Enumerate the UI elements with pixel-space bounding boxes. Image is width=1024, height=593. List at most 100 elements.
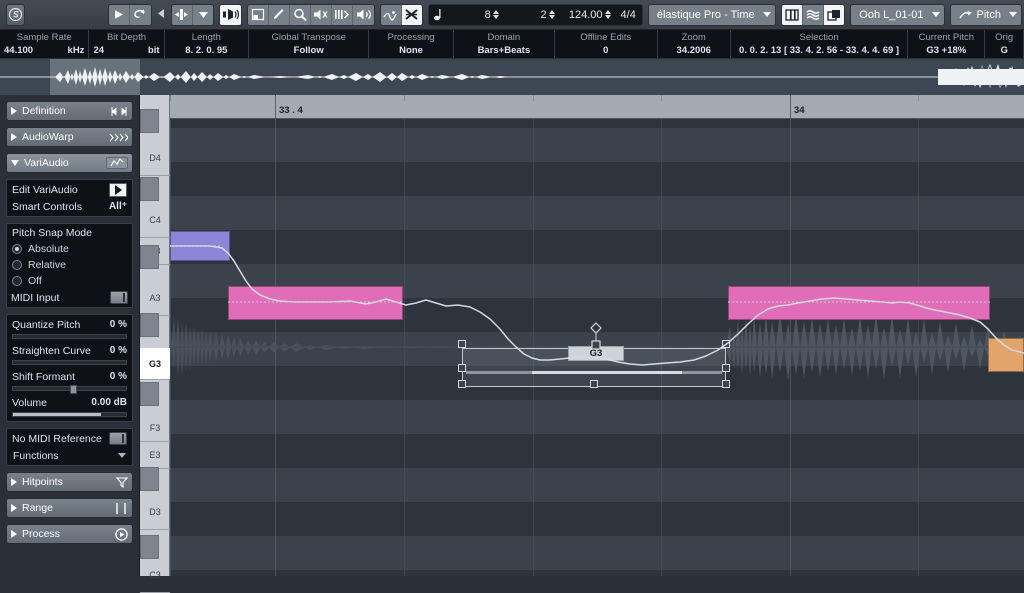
- midi-input-row[interactable]: MIDI Input: [8, 289, 131, 306]
- show-events-button[interactable]: [824, 5, 845, 25]
- note-segment-a3[interactable]: [228, 286, 403, 320]
- slider-value[interactable]: 0.00 dB: [91, 397, 127, 408]
- note-segment-b3[interactable]: [170, 231, 230, 261]
- timewarp-tool[interactable]: [332, 5, 353, 25]
- zoom-tool[interactable]: [290, 5, 311, 25]
- radio-icon[interactable]: [12, 244, 22, 254]
- info-bit-depth[interactable]: Bit Depth 24bit: [89, 30, 164, 58]
- inspector-section-audiowarp[interactable]: AudioWarp: [6, 127, 133, 147]
- bars-value-field[interactable]: 2: [503, 5, 550, 25]
- black-key-b2[interactable]: [140, 535, 159, 559]
- show-layers-button[interactable]: [803, 5, 824, 25]
- info-current-pitch[interactable]: Current Pitch G3 +18%: [908, 30, 985, 58]
- midi-reference-jack-icon[interactable]: [109, 432, 127, 445]
- slider-volume[interactable]: [8, 411, 131, 420]
- edit-variaudio-row[interactable]: Edit VariAudio: [8, 181, 131, 198]
- black-key-cs4[interactable]: [140, 109, 159, 133]
- key-a3[interactable]: A3: [140, 281, 170, 316]
- smart-controls-row[interactable]: Smart Controls All⁺: [8, 198, 131, 215]
- piano-keyboard[interactable]: D4 C4 B3 A3 G3 F3 E3 D3 C3: [140, 95, 170, 576]
- handle-top-left[interactable]: [458, 340, 466, 348]
- info-sample-rate[interactable]: Sample Rate 44.100kHz: [0, 30, 89, 58]
- slider-value[interactable]: 0 %: [110, 345, 127, 356]
- midi-jack-icon[interactable]: [110, 291, 128, 304]
- algorithm-dropdown[interactable]: élastique Pro - Time: [648, 4, 776, 26]
- loop-button[interactable]: [130, 5, 151, 25]
- play-button[interactable]: [109, 5, 130, 25]
- slider-value[interactable]: 0 %: [110, 319, 127, 330]
- handle-bottom-right[interactable]: [722, 380, 730, 388]
- key-d4[interactable]: D4: [140, 141, 170, 176]
- inspector-section-range[interactable]: Range: [6, 498, 133, 518]
- radio-icon[interactable]: [12, 260, 22, 270]
- handle-bottom-center[interactable]: [590, 380, 598, 388]
- note-segment-a3-b[interactable]: [728, 286, 990, 320]
- timeline-ruler[interactable]: 33 . 4 34: [170, 95, 1024, 119]
- note-segment-e3[interactable]: [988, 338, 1024, 372]
- slider-straighten-curve[interactable]: [8, 359, 131, 368]
- handle-mid-left[interactable]: [458, 364, 466, 372]
- midi-reference-row[interactable]: No MIDI Reference: [8, 430, 131, 447]
- autoscroll-icon[interactable]: [157, 8, 165, 22]
- key-e3[interactable]: E3: [140, 442, 170, 469]
- slider-track[interactable]: [12, 412, 127, 417]
- functions-dropdown[interactable]: Functions: [8, 447, 131, 464]
- inspector-section-hitpoints[interactable]: Hitpoints: [6, 472, 133, 492]
- pitch-snap-option-off[interactable]: Off: [8, 273, 131, 289]
- musical-mode-button[interactable]: [381, 5, 402, 25]
- black-key-ds3[interactable]: [140, 382, 159, 406]
- mute-tool[interactable]: [311, 5, 332, 25]
- info-domain[interactable]: Domain Bars+Beats: [454, 30, 555, 58]
- app-logo-icon[interactable]: [6, 4, 25, 26]
- pitch-snap-option-relative[interactable]: Relative: [8, 257, 131, 273]
- info-processing[interactable]: Processing None: [369, 30, 454, 58]
- smart-controls-value[interactable]: All⁺: [109, 201, 127, 212]
- object-selection-tool[interactable]: [248, 5, 269, 25]
- key-c4[interactable]: C4: [140, 203, 170, 238]
- variaudio-editor-canvas[interactable]: G3: [170, 119, 1024, 576]
- edit-variaudio-button[interactable]: [109, 183, 127, 197]
- show-grid-button[interactable]: [782, 5, 803, 25]
- slider-shift-formant[interactable]: [8, 385, 131, 394]
- pitch-snap-option-absolute[interactable]: Absolute: [8, 241, 131, 257]
- file-name-dropdown[interactable]: Ooh L_01-01: [850, 4, 944, 26]
- black-key-fs3[interactable]: [140, 313, 159, 337]
- quantize-value-field[interactable]: 8: [447, 5, 494, 25]
- play-tool[interactable]: [353, 5, 374, 25]
- free-warp-button[interactable]: [402, 5, 423, 25]
- snap-mode-dropdown[interactable]: [193, 5, 214, 25]
- black-key-cs3[interactable]: [140, 467, 159, 491]
- pitch-menu-dropdown[interactable]: Pitch: [950, 4, 1022, 26]
- black-key-as3[interactable]: [140, 177, 159, 201]
- handle-bottom-left[interactable]: [458, 380, 466, 388]
- draw-tool[interactable]: [269, 5, 290, 25]
- tempo-stepper[interactable]: [606, 5, 615, 25]
- tempo-field[interactable]: 124.00: [559, 5, 606, 25]
- slider-quantize-pitch[interactable]: [8, 333, 131, 342]
- info-offline-edits[interactable]: Offline Edits 0: [555, 30, 658, 58]
- quantize-value-stepper[interactable]: [494, 5, 503, 25]
- key-f3[interactable]: F3: [140, 415, 170, 442]
- slider-track[interactable]: [12, 334, 127, 339]
- inspector-section-process[interactable]: Process: [6, 524, 133, 544]
- handle-top-right[interactable]: [722, 340, 730, 348]
- time-signature-field[interactable]: 4/4: [615, 5, 642, 25]
- bars-value-stepper[interactable]: [550, 5, 559, 25]
- info-original-pitch[interactable]: Orig G: [985, 30, 1024, 58]
- key-g3[interactable]: G3: [140, 348, 170, 380]
- info-selection[interactable]: Selection 0. 0. 2. 13 [ 33. 4. 2. 56 - 3…: [731, 30, 909, 58]
- info-zoom[interactable]: Zoom 34.2006: [658, 30, 731, 58]
- slider-track[interactable]: [12, 360, 127, 365]
- key-d3[interactable]: D3: [140, 495, 170, 530]
- inspector-section-definition[interactable]: Definition: [6, 101, 133, 121]
- info-global-transpose[interactable]: Global Transpose Follow: [249, 30, 369, 58]
- slider-track[interactable]: [12, 386, 127, 391]
- inspector-section-variaudio[interactable]: VariAudio: [6, 153, 133, 173]
- black-key-gs3[interactable]: [140, 245, 159, 269]
- handle-mid-right[interactable]: [722, 364, 730, 372]
- tilt-handle[interactable]: [588, 322, 604, 353]
- info-length[interactable]: Length 8. 2. 0. 95: [165, 30, 250, 58]
- slider-value[interactable]: 0 %: [110, 371, 127, 382]
- slider-knob[interactable]: [70, 385, 77, 394]
- acoustic-feedback-button[interactable]: [220, 5, 241, 25]
